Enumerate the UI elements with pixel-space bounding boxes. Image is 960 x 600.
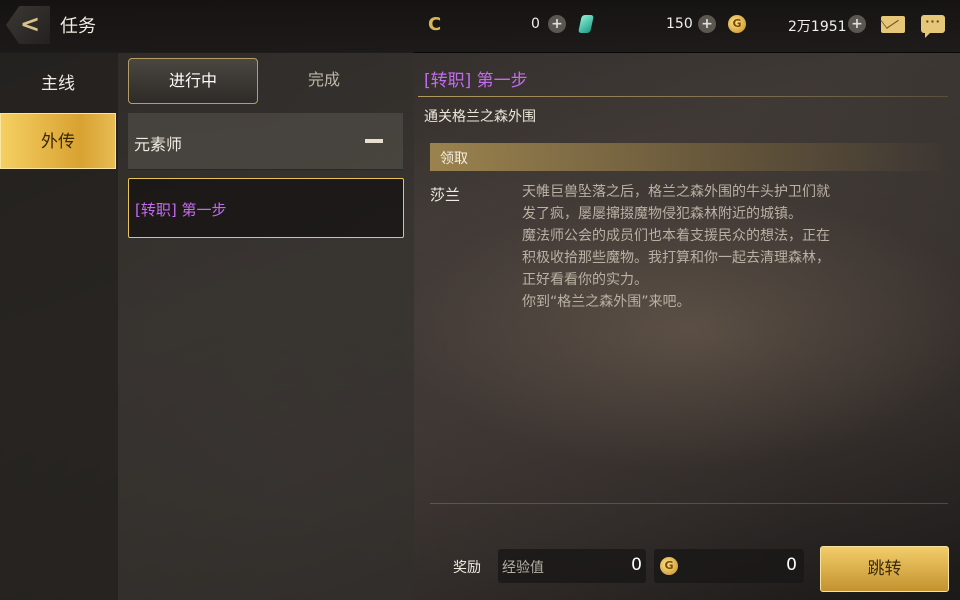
- mail-icon[interactable]: [881, 16, 905, 33]
- page-title: 任务: [60, 16, 96, 37]
- sidebar-item-main[interactable]: 主线: [0, 56, 116, 112]
- quest-list-item[interactable]: [转职] 第一步: [128, 178, 404, 238]
- tab-in-progress[interactable]: 进行中: [128, 58, 258, 104]
- top-bar: < 任务 C 0 + 150 + G 2万1951 + ···: [0, 0, 960, 53]
- quest-detail-title: [转职] 第一步: [424, 71, 528, 91]
- tab-completed[interactable]: 完成: [260, 58, 388, 102]
- add-coin-icon[interactable]: +: [698, 15, 716, 33]
- add-gold-icon[interactable]: +: [848, 15, 866, 33]
- add-gem-icon[interactable]: +: [548, 15, 566, 33]
- jump-button[interactable]: 跳转: [820, 546, 949, 592]
- npc-dialog-text: 天帷巨兽坠落之后，格兰之森外围的牛头护卫们就 发了疯，屡屡撺掇魔物侵犯森林附近的…: [522, 184, 830, 310]
- divider: [418, 96, 948, 97]
- reward-label: 奖励: [453, 560, 481, 576]
- gold-coin-icon: G: [660, 557, 678, 575]
- exp-value: 0: [631, 555, 642, 575]
- back-arrow-icon: <: [20, 10, 41, 38]
- quest-goal: 通关格兰之森外围: [424, 109, 536, 125]
- divider: [430, 503, 948, 504]
- gold-reward-value: 0: [786, 555, 797, 575]
- back-button[interactable]: <: [6, 6, 50, 44]
- gold-coin-icon: G: [728, 15, 746, 33]
- category-sidebar: 主线 外传: [0, 52, 118, 600]
- quest-group-label: 元素师: [134, 135, 183, 154]
- collapse-icon[interactable]: [365, 139, 383, 143]
- chat-icon[interactable]: ···: [921, 15, 945, 38]
- gold-count: 2万1951: [788, 19, 847, 35]
- quest-item-label: [转职] 第一步: [135, 201, 227, 219]
- green-gem-icon: [578, 15, 594, 33]
- npc-name: 莎兰: [430, 186, 461, 204]
- quest-status-bar: 领取: [430, 143, 948, 171]
- quest-status-label: 领取: [440, 151, 468, 167]
- moon-currency-icon: C: [428, 14, 442, 35]
- exp-label: 经验值: [502, 560, 544, 576]
- gem-count: 0: [531, 16, 540, 32]
- sidebar-item-side-story[interactable]: 外传: [0, 113, 116, 169]
- quest-group-header[interactable]: 元素师: [128, 113, 403, 170]
- coin-count: 150: [666, 16, 693, 32]
